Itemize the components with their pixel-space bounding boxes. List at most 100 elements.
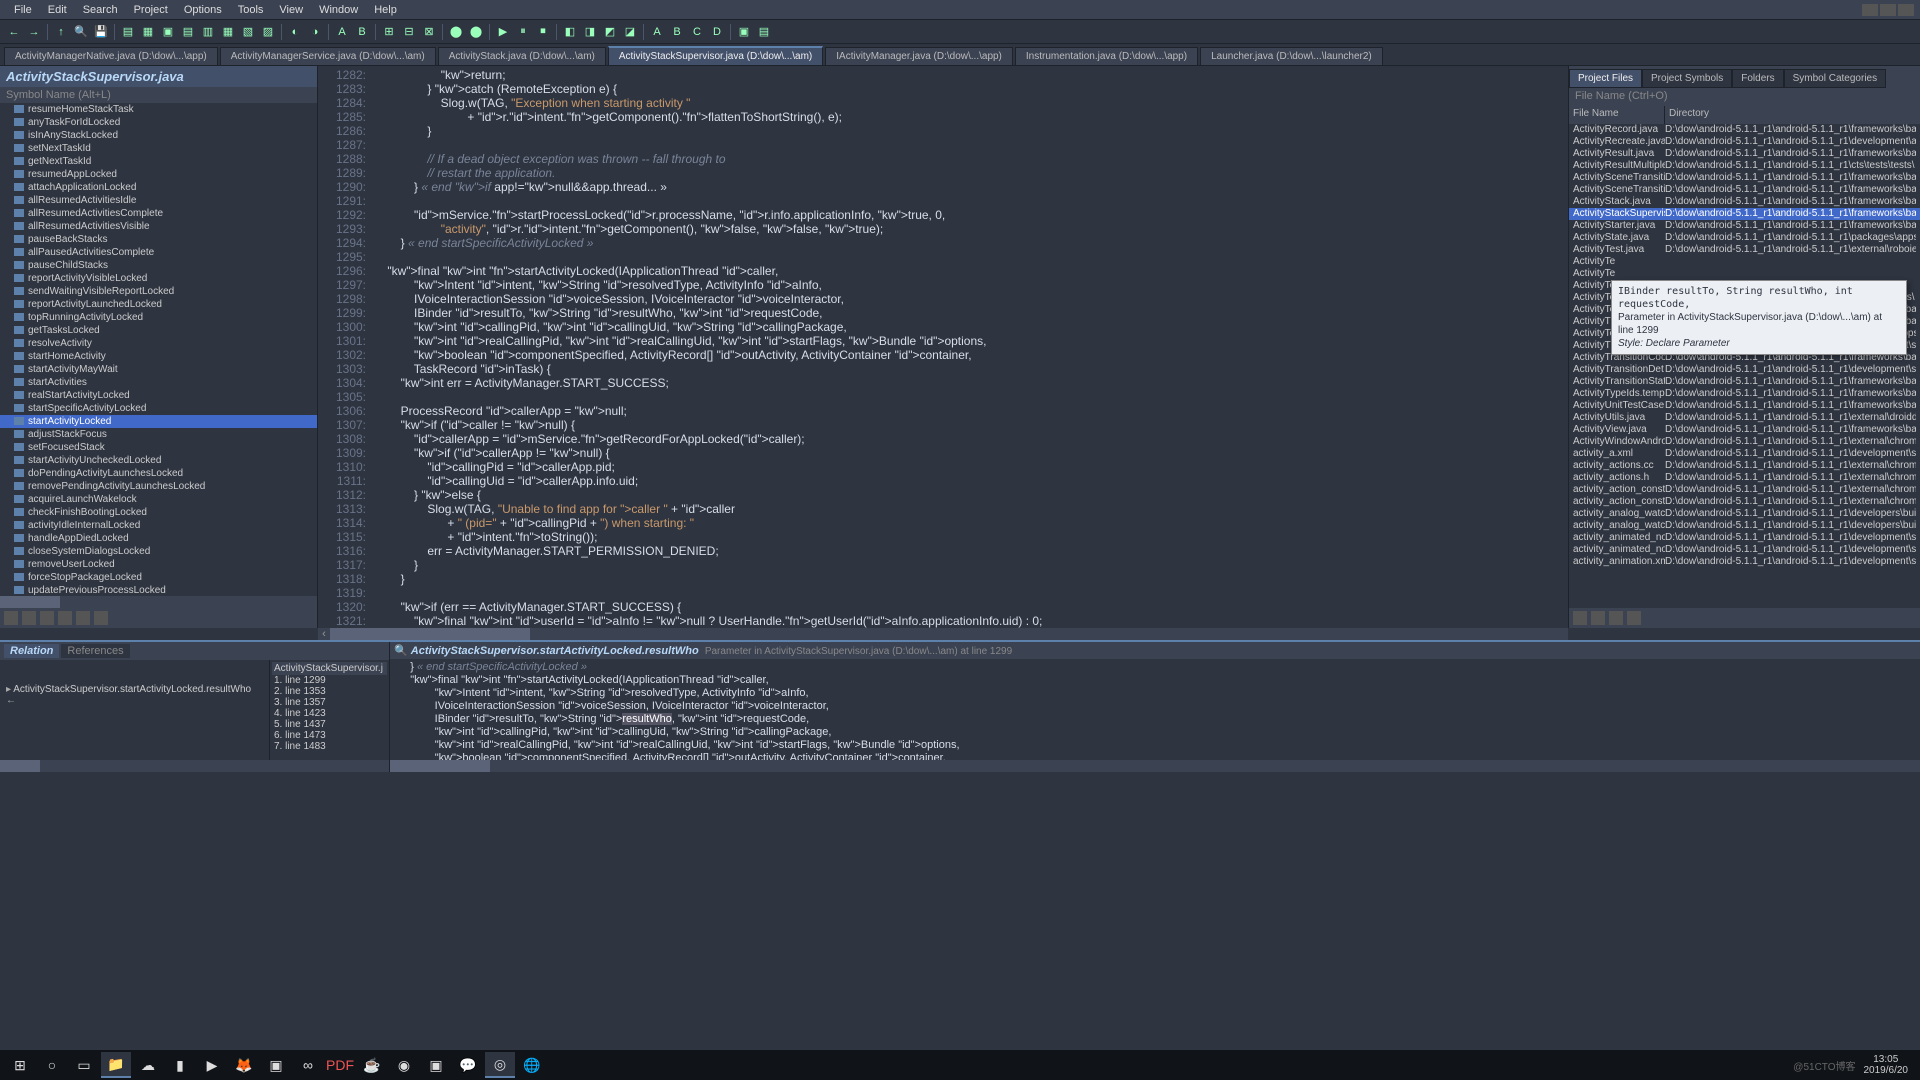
file-row[interactable]: ActivityStarter.javaD:\dow\android-5.1.1… [1569, 220, 1920, 232]
file-row[interactable]: activity_animated_noD:\dow\android-5.1.1… [1569, 544, 1920, 556]
toolbar-icon[interactable] [1591, 611, 1605, 625]
col-directory[interactable]: Directory [1665, 106, 1920, 124]
gear-icon[interactable] [94, 611, 108, 625]
file-row[interactable]: ActivityUnitTestCase.D:\dow\android-5.1.… [1569, 400, 1920, 412]
symbol-item[interactable]: activityIdleInternalLocked [0, 519, 317, 532]
line-ref[interactable]: 3. line 1357 [272, 697, 387, 708]
symbol-item[interactable]: pauseBackStacks [0, 233, 317, 246]
tool-icon[interactable]: B [668, 23, 686, 41]
toolbar-icon[interactable] [58, 611, 72, 625]
line-ref[interactable]: 6. line 1473 [272, 730, 387, 741]
tab-folders[interactable]: Folders [1732, 69, 1783, 88]
file-row[interactable]: activity_analog_watchD:\dow\android-5.1.… [1569, 520, 1920, 532]
tool-icon[interactable]: ◨ [581, 23, 599, 41]
symbol-item[interactable]: sendWaitingVisibleReportLocked [0, 285, 317, 298]
tool-icon[interactable]: ⬤ [447, 23, 465, 41]
symbol-list[interactable]: resumeHomeStackTaskanyTaskForIdLockedisI… [0, 103, 317, 596]
symbol-item[interactable]: attachApplicationLocked [0, 181, 317, 194]
file-filter-input[interactable]: File Name (Ctrl+O) [1569, 88, 1920, 106]
tool-icon[interactable]: B [353, 23, 371, 41]
app-icon[interactable]: ☁ [133, 1052, 163, 1078]
app-icon[interactable]: 🌐 [517, 1052, 547, 1078]
toolbar-icon[interactable] [4, 611, 18, 625]
symbol-item[interactable]: resumedAppLocked [0, 168, 317, 181]
back-button[interactable]: ← [5, 23, 23, 41]
explorer-icon[interactable]: 📁 [101, 1052, 131, 1078]
tool-icon[interactable]: ⬤ [467, 23, 485, 41]
file-row[interactable]: ActivityState.javaD:\dow\android-5.1.1_r… [1569, 232, 1920, 244]
tool-icon[interactable]: ▣ [159, 23, 177, 41]
gear-icon[interactable] [1627, 611, 1641, 625]
editor-tab[interactable]: ActivityStackSupervisor.java (D:\dow\...… [608, 46, 823, 65]
line-ref[interactable]: 4. line 1423 [272, 708, 387, 719]
menu-project[interactable]: Project [126, 4, 176, 16]
up-button[interactable]: ↑ [52, 23, 70, 41]
file-row[interactable]: activity_analog_watchD:\dow\android-5.1.… [1569, 508, 1920, 520]
menu-help[interactable]: Help [366, 4, 405, 16]
tool-icon[interactable]: ▶ [494, 23, 512, 41]
symbol-item[interactable]: allResumedActivitiesVisible [0, 220, 317, 233]
editor-hscrollbar[interactable]: ‹ [318, 628, 1568, 640]
tool-icon[interactable]: ▤ [755, 23, 773, 41]
menu-edit[interactable]: Edit [40, 4, 75, 16]
editor-tab[interactable]: ActivityManagerNative.java (D:\dow\...\a… [4, 47, 218, 65]
tool-icon[interactable]: ⊟ [400, 23, 418, 41]
close-button[interactable] [1898, 4, 1914, 16]
tool-icon[interactable]: ◐ [286, 23, 304, 41]
file-row[interactable]: activity_actions.ccD:\dow\android-5.1.1_… [1569, 460, 1920, 472]
symbol-item[interactable]: isInAnyStackLocked [0, 129, 317, 142]
file-row[interactable]: activity_action_constaD:\dow\android-5.1… [1569, 496, 1920, 508]
taskview-icon[interactable]: ▭ [69, 1052, 99, 1078]
file-row[interactable]: ActivityStack.javaD:\dow\android-5.1.1_r… [1569, 196, 1920, 208]
context-code[interactable]: } « end startSpecificActivityLocked » "k… [390, 659, 1920, 760]
terminal-icon[interactable]: ▮ [165, 1052, 195, 1078]
symbol-item[interactable]: allPausedActivitiesComplete [0, 246, 317, 259]
toolbar-icon[interactable] [22, 611, 36, 625]
app-icon[interactable]: ◉ [389, 1052, 419, 1078]
tool-icon[interactable]: ◪ [621, 23, 639, 41]
tool-icon[interactable]: ▧ [239, 23, 257, 41]
tab-project-symbols[interactable]: Project Symbols [1642, 69, 1732, 88]
toolbar-icon[interactable] [1609, 611, 1623, 625]
menu-options[interactable]: Options [176, 4, 230, 16]
file-row[interactable]: activity_animation.xmD:\dow\android-5.1.… [1569, 556, 1920, 568]
file-row[interactable]: activity_a.xmlD:\dow\android-5.1.1_r1\an… [1569, 448, 1920, 460]
tool-icon[interactable]: A [648, 23, 666, 41]
symbol-item[interactable]: anyTaskForIdLocked [0, 116, 317, 129]
file-list[interactable]: ActivityRecord.javaD:\dow\android-5.1.1_… [1569, 124, 1920, 608]
symbol-item[interactable]: handleAppDiedLocked [0, 532, 317, 545]
line-ref[interactable]: 7. line 1483 [272, 741, 387, 752]
menu-search[interactable]: Search [75, 4, 126, 16]
symbol-item[interactable]: setFocusedStack [0, 441, 317, 454]
tab-references[interactable]: References [61, 644, 129, 658]
symbol-item[interactable]: doPendingActivityLaunchesLocked [0, 467, 317, 480]
tool-icon[interactable]: ▦ [139, 23, 157, 41]
symbol-item[interactable]: startActivityMayWait [0, 363, 317, 376]
symbol-item[interactable]: forceStopPackageLocked [0, 571, 317, 584]
symbol-item[interactable]: adjustStackFocus [0, 428, 317, 441]
tab-relation[interactable]: Relation [4, 644, 59, 658]
minimize-button[interactable] [1862, 4, 1878, 16]
tool-icon[interactable]: D [708, 23, 726, 41]
file-row[interactable]: ActivitySceneTransitioD:\dow\android-5.1… [1569, 184, 1920, 196]
file-row[interactable]: ActivityTe [1569, 256, 1920, 268]
file-row[interactable]: ActivityTest.javaD:\dow\android-5.1.1_r1… [1569, 244, 1920, 256]
symbol-item[interactable]: getNextTaskId [0, 155, 317, 168]
symbol-item[interactable]: removeUserLocked [0, 558, 317, 571]
file-row[interactable]: ActivityResultMultipleD:\dow\android-5.1… [1569, 160, 1920, 172]
symbol-item[interactable]: checkFinishBootingLocked [0, 506, 317, 519]
search-icon[interactable]: 🔍 [72, 23, 90, 41]
symbol-item[interactable]: setNextTaskId [0, 142, 317, 155]
file-row[interactable]: ActivityResult.javaD:\dow\android-5.1.1_… [1569, 148, 1920, 160]
app-icon[interactable]: ▣ [421, 1052, 451, 1078]
tool-icon[interactable]: C [688, 23, 706, 41]
tool-icon[interactable]: ⊞ [380, 23, 398, 41]
tool-icon[interactable]: ⊠ [420, 23, 438, 41]
code-editor[interactable]: 1282:1283:1284:1285:1286:1287:1288:1289:… [318, 66, 1568, 628]
symbol-item[interactable]: allResumedActivitiesComplete [0, 207, 317, 220]
tool-icon[interactable]: ▣ [735, 23, 753, 41]
file-row[interactable]: ActivityRecreate.javaD:\dow\android-5.1.… [1569, 136, 1920, 148]
symbol-item[interactable]: removePendingActivityLaunchesLocked [0, 480, 317, 493]
file-row[interactable]: ActivityWindowAndroD:\dow\android-5.1.1_… [1569, 436, 1920, 448]
file-row[interactable]: ActivityStackSupervisD:\dow\android-5.1.… [1569, 208, 1920, 220]
